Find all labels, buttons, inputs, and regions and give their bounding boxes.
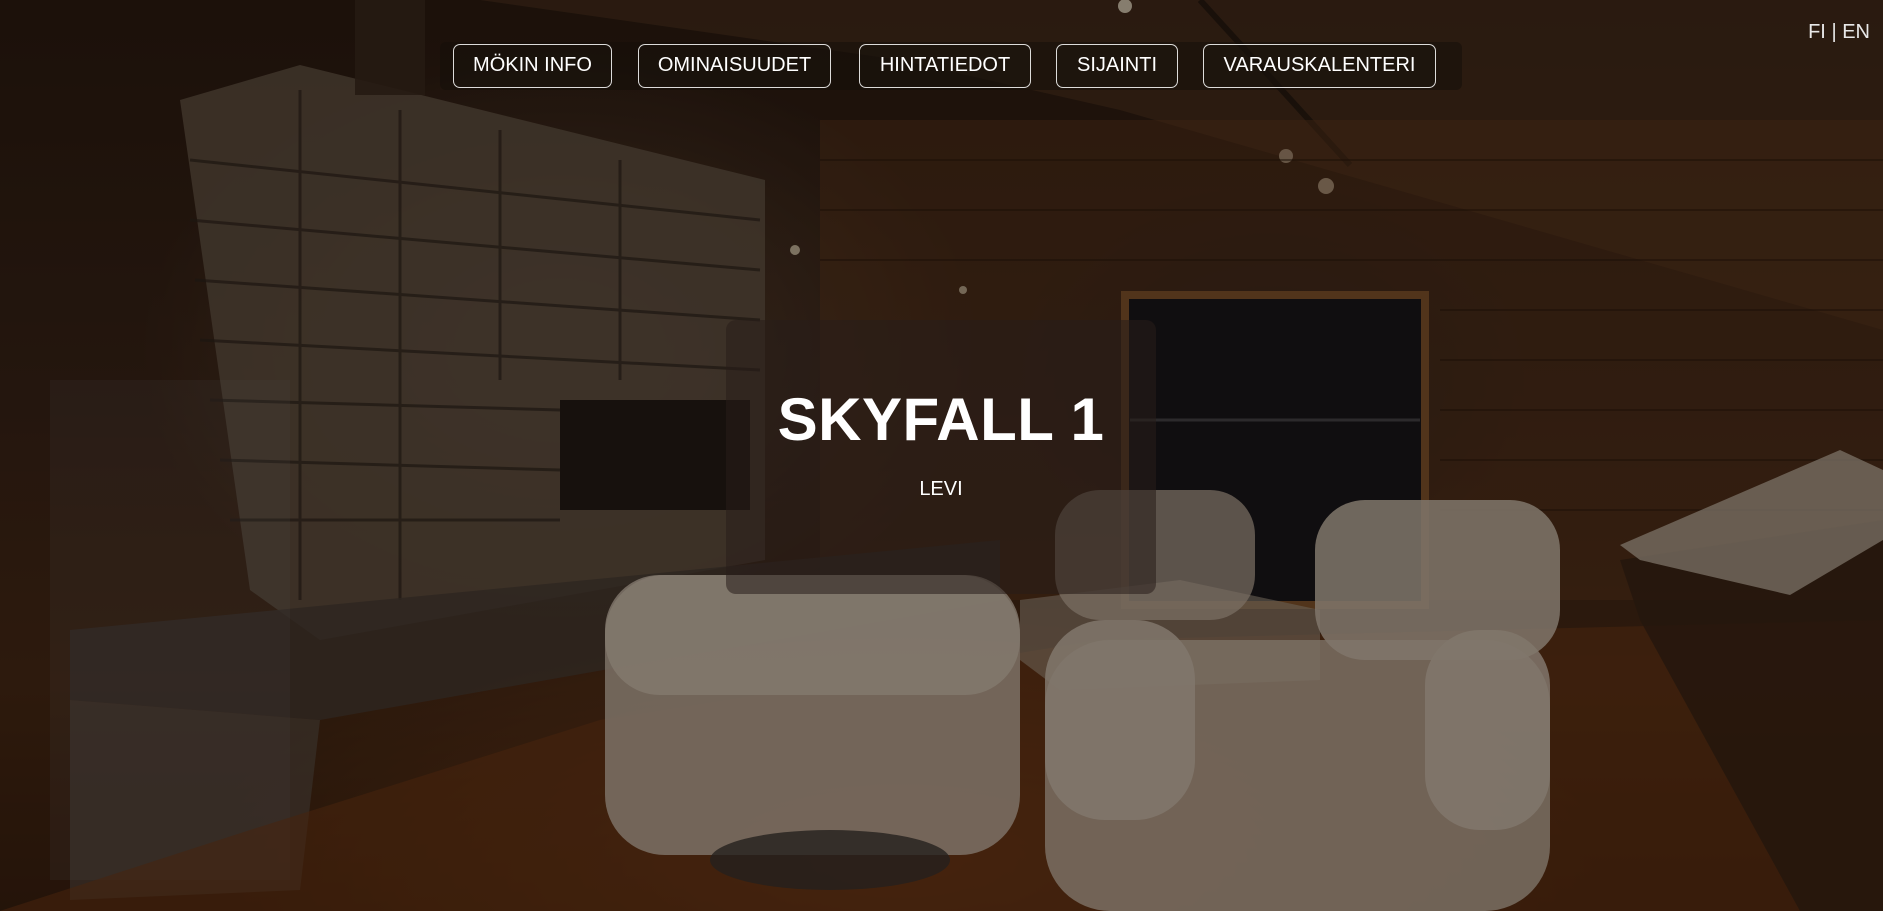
language-separator: | (1831, 21, 1837, 43)
language-switcher: FI | EN (1808, 21, 1870, 44)
hero-panel (726, 320, 1156, 594)
location-subtitle: LEVI (919, 478, 963, 500)
language-en-link[interactable]: EN (1842, 21, 1870, 43)
nav-item-varauskalenteri[interactable]: VARAUSKALENTERI (1203, 44, 1436, 88)
hero-background: MÖKIN INFO OMINAISUUDET HINTATIEDOT SIJA… (0, 0, 1883, 911)
nav-item-ominaisuudet[interactable]: OMINAISUUDET (638, 44, 831, 88)
page-title: SKYFALL 1 (777, 386, 1105, 453)
nav-item-hintatiedot[interactable]: HINTATIEDOT (859, 44, 1031, 88)
nav-item-mokin-info[interactable]: MÖKIN INFO (453, 44, 612, 88)
language-fi-link[interactable]: FI (1808, 21, 1826, 43)
nav-item-sijainti[interactable]: SIJAINTI (1056, 44, 1178, 88)
